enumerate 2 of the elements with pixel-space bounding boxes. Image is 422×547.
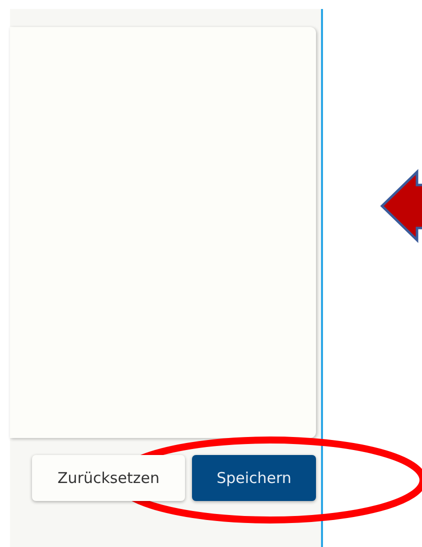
save-button[interactable]: Speichern (192, 455, 316, 501)
reset-button[interactable]: Zurücksetzen (32, 455, 185, 501)
